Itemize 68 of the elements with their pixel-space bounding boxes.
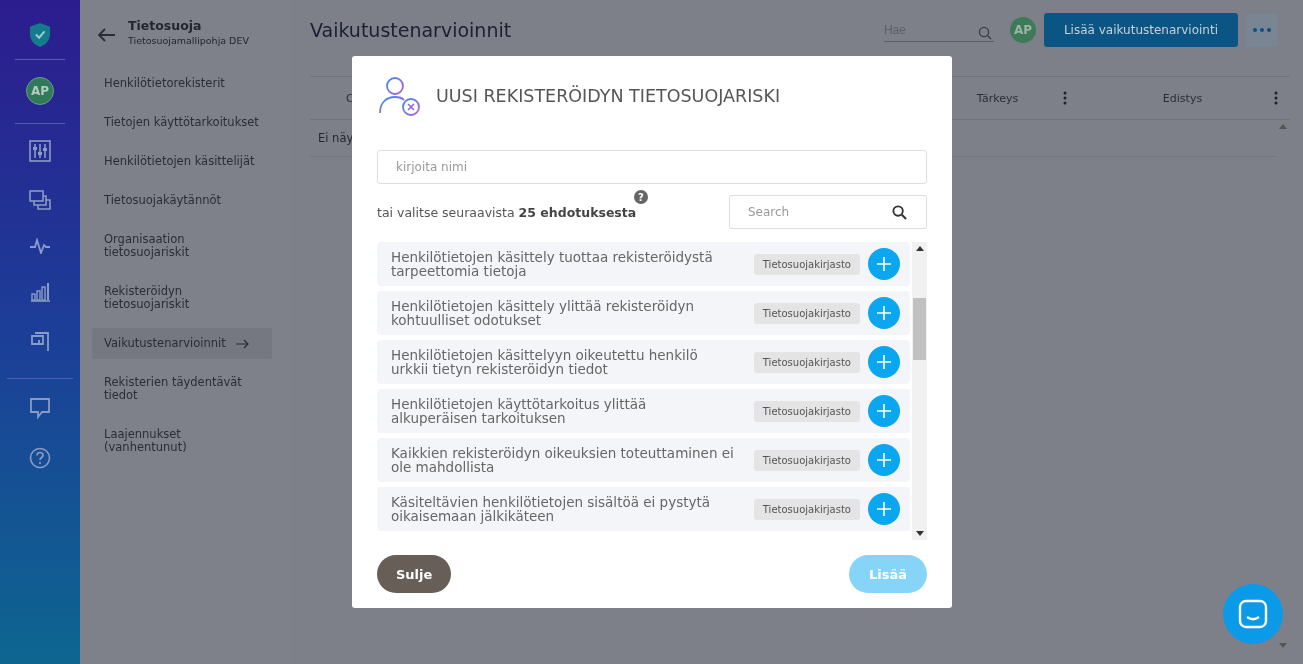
help-badge[interactable]: ?: [634, 190, 648, 205]
plus-icon: [876, 452, 892, 469]
shield-icon[interactable]: [29, 22, 51, 48]
suggestion-title: Henkilötietojen käsittely ylittää rekisteröidyn kohtuulliset odotukset: [391, 299, 695, 328]
page-title: Vaikutustenarvioinnit: [310, 19, 512, 41]
sliders-icon[interactable]: [29, 140, 51, 162]
close-button[interactable]: Sulje: [377, 555, 452, 594]
scrollbar[interactable]: [912, 242, 927, 541]
dialog-title: UUSI REKISTERÖIDYN TIETOSUOJARISKI: [436, 85, 781, 106]
column-header[interactable]: Tärkeys: [976, 91, 1019, 105]
plus-icon: [876, 256, 892, 273]
source-tag: Tietosuojakirjasto: [753, 302, 860, 324]
suggestion-text: tai valitse seuraavista 25 ehdotuksesta: [377, 204, 637, 220]
plus-icon: [876, 501, 892, 518]
user-avatar[interactable]: AP: [26, 77, 54, 105]
plus-icon: [876, 305, 892, 322]
suggestion-title: Käsiteltävien henkilötietojen sisältöä ei pystytä oikaisemaan jälkikäteen: [391, 495, 712, 524]
nav-item[interactable]: Tietojen käyttötarkoitukset: [92, 107, 271, 138]
bar-chart-icon[interactable]: [29, 282, 51, 302]
user-avatar[interactable]: AP: [1009, 17, 1036, 43]
column-menu-icon[interactable]: [1274, 91, 1278, 105]
nav-item[interactable]: Rekisterien täydentävät tiedot: [92, 367, 278, 411]
source-tag: Tietosuojakirjasto: [753, 253, 860, 275]
plus-icon: [876, 354, 892, 371]
search-icon: [977, 25, 992, 40]
chat-icon[interactable]: [29, 397, 51, 419]
nav-item[interactable]: Laajennukset (vanhentunut): [92, 419, 278, 463]
add-button[interactable]: [868, 444, 900, 477]
name-field[interactable]: kirjoita nimi: [377, 150, 927, 185]
more-button[interactable]: [1246, 13, 1278, 47]
add-button[interactable]: [868, 248, 900, 281]
user-remove-icon: [378, 74, 422, 117]
search-icon: [892, 205, 907, 221]
help-icon[interactable]: [29, 447, 51, 469]
add-button[interactable]: [868, 297, 900, 330]
add-button[interactable]: [868, 346, 900, 379]
nav-item[interactable]: Tietosuojakäytännöt: [92, 185, 234, 216]
suggestion-title: Henkilötietojen käyttötarkoitus ylittää alkuperäisen tarkoituksen: [391, 397, 648, 426]
arrow-right-icon: [235, 338, 250, 349]
nav-item[interactable]: Henkilötietorekisterit: [92, 68, 237, 99]
back-arrow-icon[interactable]: [98, 28, 116, 42]
add-assessment-button[interactable]: Lisää vaikutustenarviointi: [1043, 13, 1238, 47]
add-button[interactable]: [868, 395, 900, 428]
source-tag: Tietosuojakirjasto: [753, 498, 860, 520]
pulse-icon[interactable]: [29, 238, 51, 254]
column-header[interactable]: C: [346, 91, 354, 105]
suggestion-title: Henkilötietojen käsittely tuottaa rekisteröidystä tarpeettomia tietoja: [391, 250, 714, 279]
source-tag: Tietosuojakirjasto: [753, 351, 860, 373]
nav-item[interactable]: Rekisteröidyn tietosuojariskit: [92, 276, 278, 320]
add-button[interactable]: [868, 493, 900, 526]
suggestion-title: Kaikkien rekisteröidyn oikeuksien toteuttaminen ei ole mahdollista: [391, 446, 735, 475]
flag-icon[interactable]: [30, 330, 50, 352]
windows-icon[interactable]: [29, 190, 51, 210]
plus-icon: [876, 403, 892, 420]
nav-item[interactable]: Vaikutustenarvioinnit: [92, 328, 272, 359]
template-name: Tietosuojamallipohja DEV: [128, 35, 249, 46]
nav-item[interactable]: Organisaation tietosuojariskit: [92, 224, 278, 268]
suggestion-title: Henkilötietojen käsittelyyn oikeutettu henkilö urkkii tietyn rekisteröidyn tiedot: [391, 348, 699, 377]
column-menu-icon[interactable]: [1063, 91, 1067, 105]
nav-item[interactable]: Henkilötietojen käsittelijät: [92, 146, 267, 177]
more-icon: [1253, 28, 1271, 32]
empty-message: Ei näy: [318, 131, 354, 145]
chat-icon: [1238, 599, 1268, 629]
column-header[interactable]: Edistys: [1162, 91, 1203, 105]
chat-launcher-button[interactable]: [1223, 584, 1283, 644]
source-tag: Tietosuojakirjasto: [753, 400, 860, 422]
section-title: Tietosuoja: [128, 18, 203, 33]
source-tag: Tietosuojakirjasto: [753, 449, 860, 471]
